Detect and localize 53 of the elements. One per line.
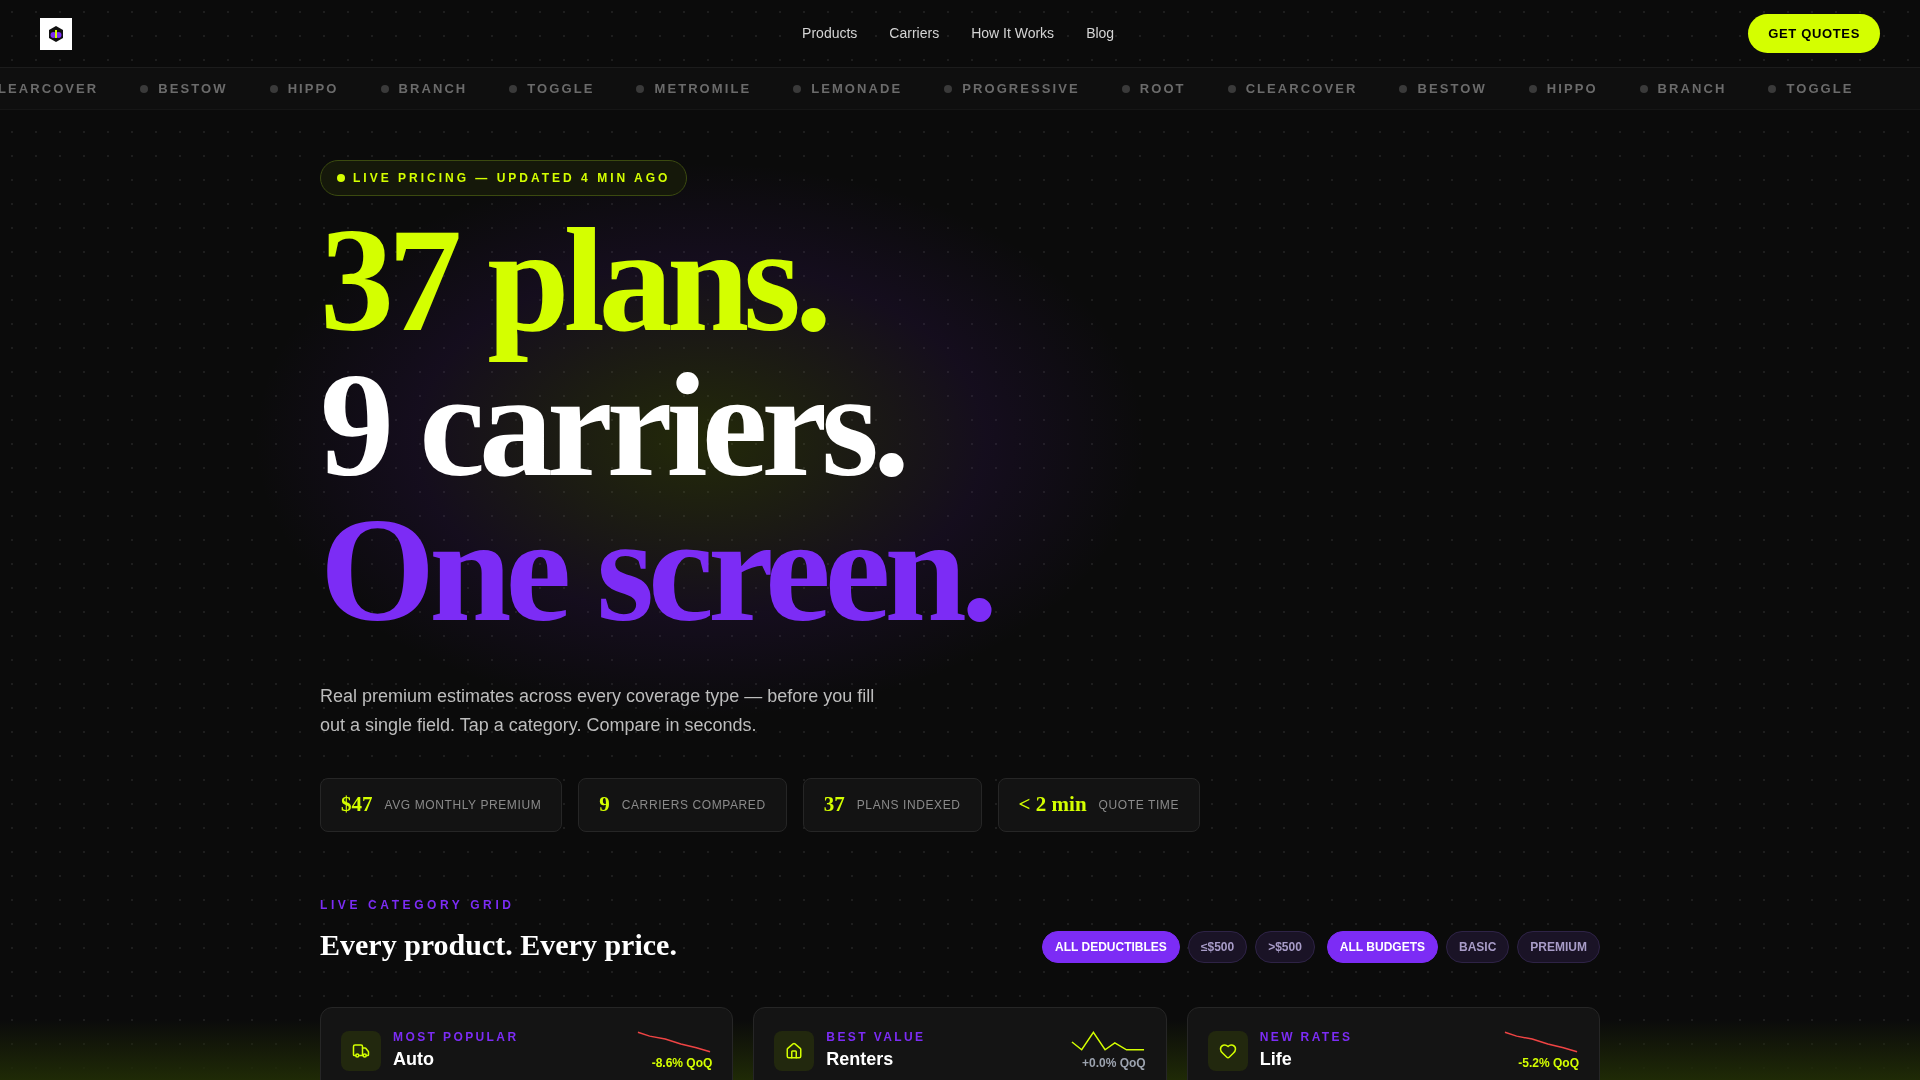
carrier-name: CLEARCOVER — [1245, 79, 1358, 98]
carrier-name: ROOT — [1139, 79, 1186, 98]
change-text: -8.6% QoQ — [651, 1055, 713, 1072]
card-title: Auto — [393, 1048, 435, 1071]
carrier-name: TOGGLE — [527, 79, 595, 98]
section-eyebrow: LIVE CATEGORY GRID — [320, 897, 516, 914]
card-tag: MOST POPULAR — [393, 1028, 519, 1046]
get-quotes-button[interactable]: GET QUOTES — [1748, 13, 1880, 54]
logo-icon[interactable] — [40, 17, 72, 50]
stat-label: PLANS INDEXED — [856, 797, 961, 814]
truck-icon — [341, 1030, 381, 1071]
stat-value: 9 — [599, 791, 610, 819]
card-title: Renters — [826, 1048, 895, 1071]
stat-label: AVG MONTHLY PREMIUM — [384, 797, 542, 814]
filter-chip[interactable]: ALL DEDUCTIBLES — [1042, 931, 1180, 963]
category-card[interactable]: BEST VALUE Renters +0.0% QoQ — [753, 1007, 1167, 1080]
carrier-name: LEMONADE — [811, 79, 903, 98]
card-tag: BEST VALUE — [826, 1028, 926, 1046]
card-tag: NEW RATES — [1259, 1028, 1353, 1046]
nav-link[interactable]: Blog — [1086, 23, 1115, 44]
carrier-name: BRANCH — [398, 79, 468, 98]
carrier-name: TOGGLE — [1786, 79, 1854, 98]
stat-value: $47 — [341, 791, 373, 819]
card-title: Life — [1259, 1048, 1293, 1071]
sparkline-icon — [1069, 1028, 1146, 1054]
headline-line: One screen. — [320, 487, 993, 654]
filter-chip[interactable]: BASIC — [1446, 931, 1510, 963]
stat-value: 37 — [823, 791, 845, 819]
badge-text: LIVE PRICING — UPDATED 4 MIN AGO — [353, 170, 671, 187]
carrier-name: BRANCH — [1657, 79, 1727, 98]
category-card[interactable]: MOST POPULAR Auto -8.6% QoQ — [320, 1007, 734, 1080]
nav-link[interactable]: Carriers — [889, 23, 940, 44]
carrier-name: METROMILE — [654, 79, 752, 98]
change-text: +0.0% QoQ — [1081, 1055, 1146, 1072]
change-text: -5.2% QoQ — [1518, 1055, 1579, 1072]
nav-link[interactable]: How It Works — [971, 23, 1055, 44]
category-card[interactable]: NEW RATES Life -5.2% QoQ — [1186, 1007, 1600, 1080]
section-title: Every product. Every price. — [320, 927, 677, 963]
stat-label: CARRIERS COMPARED — [621, 797, 766, 814]
house-icon — [774, 1030, 815, 1071]
stat-label: QUOTE TIME — [1098, 797, 1180, 814]
carrier-name: BESTOW — [158, 79, 228, 98]
carrier-name: PROGRESSIVE — [962, 79, 1080, 98]
filter-chip[interactable]: >$500 — [1255, 931, 1315, 963]
filter-chip[interactable]: ALL BUDGETS — [1326, 931, 1438, 963]
carrier-name: HIPPO — [287, 79, 339, 98]
filter-chip[interactable]: PREMIUM — [1517, 931, 1600, 963]
carrier-name: HIPPO — [1546, 79, 1598, 98]
carrier-name: BESTOW — [1417, 79, 1487, 98]
stat-value: < 2 min — [1018, 791, 1087, 819]
nav-link[interactable]: Products — [802, 23, 858, 44]
filter-chip[interactable]: ≤$500 — [1187, 931, 1248, 963]
hero-description: Real premium estimates across every coverage type — before you fill out a single field. Tap a category. Compare in seconds. — [320, 685, 876, 737]
